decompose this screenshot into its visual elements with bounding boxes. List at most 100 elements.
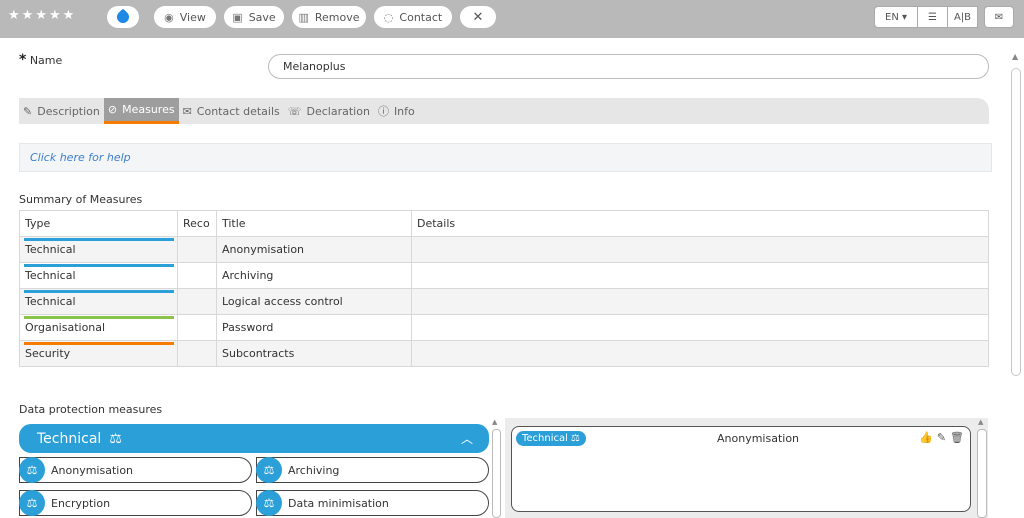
group-label: Technical <box>37 430 102 447</box>
measure-item-archiving[interactable]: ⚖ Archiving <box>256 457 489 483</box>
type-chip: Technical ⚖ <box>516 431 586 446</box>
column-header-reco[interactable]: Reco <box>177 210 217 237</box>
type-text: Organisational <box>25 321 106 334</box>
technical-group-header[interactable]: Technical ⚖ ︿ <box>19 424 489 453</box>
scales-icon: ⚖ <box>109 430 122 447</box>
type-color-bar <box>24 290 174 293</box>
tab-info[interactable]: ⓘ Info <box>374 98 419 124</box>
scrollbar-thumb[interactable] <box>1011 68 1021 376</box>
info-icon: ⓘ <box>377 105 389 118</box>
scales-icon: ⚖ <box>256 457 282 483</box>
cell-title: Anonymisation <box>216 236 412 263</box>
column-header-title[interactable]: Title <box>216 210 412 237</box>
thumbs-up-icon[interactable]: 👍 <box>919 431 933 444</box>
cell-reco <box>177 262 217 289</box>
close-button[interactable]: ✕ <box>460 6 496 28</box>
column-header-type[interactable]: Type <box>19 210 178 237</box>
star-icon[interactable]: ★ <box>49 8 61 24</box>
right-toolbar-group: EN ▾ ☰ A|B ✉ <box>874 6 1014 28</box>
scales-icon: ⚖ <box>19 490 45 516</box>
tag-icon <box>114 8 132 26</box>
list-view-button[interactable]: ☰ <box>918 6 948 28</box>
cell-type: Technical <box>19 236 178 263</box>
chat-icon: ☏ <box>287 104 302 118</box>
help-link[interactable]: Click here for help <box>19 143 992 172</box>
cell-details <box>411 340 989 367</box>
page-scrollbar[interactable]: ▲ <box>1008 48 1024 518</box>
tab-description[interactable]: ✎ Description <box>19 98 104 124</box>
cell-reco <box>177 314 217 341</box>
star-icon[interactable]: ★ <box>8 8 20 24</box>
table-row[interactable]: Security Subcontracts <box>19 340 989 367</box>
check-circle-icon: ⊘ <box>107 103 118 116</box>
language-dropdown[interactable]: EN ▾ <box>874 6 918 28</box>
chevron-up-icon[interactable]: ︿ <box>461 430 473 447</box>
compare-icon: A|B <box>953 11 972 23</box>
trash-icon[interactable]: 🗑 <box>950 431 964 444</box>
tab-contact-details[interactable]: ✉ Contact details <box>179 98 284 124</box>
star-icon[interactable]: ★ <box>63 8 75 24</box>
required-marker: * <box>19 52 27 68</box>
cell-type: Technical <box>19 288 178 315</box>
card-actions: 👍 ✎ 🗑 <box>919 431 964 444</box>
pencil-icon: ✎ <box>23 104 33 118</box>
star-icon[interactable]: ★ <box>35 8 47 24</box>
scroll-up-icon[interactable]: ▲ <box>978 418 983 426</box>
cell-details <box>411 288 989 315</box>
measure-item-anonymisation[interactable]: ⚖ Anonymisation <box>19 457 252 483</box>
eye-icon: ◉ <box>164 10 174 24</box>
table-header-row: Type Reco Title Details <box>19 210 989 237</box>
cell-reco <box>177 236 217 263</box>
remove-button[interactable]: ▥ Remove <box>292 6 366 28</box>
cell-details <box>411 262 989 289</box>
detail-panel-scrollbar[interactable]: ▲ <box>976 418 988 518</box>
tab-measures[interactable]: ⊘ Measures <box>103 98 179 124</box>
trash-icon: ▥ <box>298 10 309 24</box>
table-row[interactable]: Technical Anonymisation <box>19 236 989 263</box>
measure-label: Anonymisation <box>51 463 134 477</box>
name-label: * Name <box>19 52 62 68</box>
measure-label: Encryption <box>51 496 111 510</box>
measure-item-data-minimisation[interactable]: ⚖ Data minimisation <box>256 490 489 516</box>
tab-label: Description <box>37 104 100 118</box>
tab-label: Measures <box>122 103 175 116</box>
save-button[interactable]: ▣ Save <box>224 6 284 28</box>
scales-icon: ⚖ <box>570 433 580 444</box>
type-color-bar <box>24 342 174 345</box>
cell-reco <box>177 288 217 315</box>
table-row[interactable]: Technical Logical access control <box>19 288 989 315</box>
scroll-up-icon[interactable]: ▲ <box>492 418 497 426</box>
measure-item-encryption[interactable]: ⚖ Encryption <box>19 490 252 516</box>
type-text: Technical <box>25 243 76 256</box>
scroll-up-icon[interactable]: ▲ <box>1012 52 1018 61</box>
table-row[interactable]: Technical Archiving <box>19 262 989 289</box>
cell-reco <box>177 340 217 367</box>
scrollbar-track[interactable] <box>977 429 987 518</box>
tab-label: Declaration <box>306 104 370 118</box>
measure-label: Data minimisation <box>288 496 389 510</box>
cell-type: Organisational <box>19 314 178 341</box>
mail-button[interactable]: ✉ <box>984 6 1014 28</box>
close-icon: ✕ <box>472 9 484 25</box>
edit-icon[interactable]: ✎ <box>937 431 946 444</box>
view-button[interactable]: ◉ View <box>154 6 216 28</box>
type-color-bar <box>24 316 174 319</box>
cell-details <box>411 314 989 341</box>
star-icon[interactable]: ★ <box>22 8 34 24</box>
name-input[interactable]: Melanoplus <box>268 54 989 79</box>
measure-label: Archiving <box>288 463 340 477</box>
type-color-bar <box>24 264 174 267</box>
scrollbar-track[interactable] <box>492 429 501 518</box>
tab-declaration[interactable]: ☏ Declaration <box>284 98 374 124</box>
tab-label: Info <box>393 104 415 118</box>
table-row[interactable]: Organisational Password <box>19 314 989 341</box>
contact-button[interactable]: ◌ Contact <box>374 6 452 28</box>
tag-button[interactable] <box>107 6 139 28</box>
measures-list-scrollbar[interactable]: ▲ <box>491 418 501 518</box>
summary-title: Summary of Measures <box>19 193 143 206</box>
compare-button[interactable]: A|B <box>948 6 978 28</box>
column-header-details[interactable]: Details <box>411 210 989 237</box>
rating-stars[interactable]: ★ ★ ★ ★ ★ <box>8 8 74 24</box>
mail-icon: ✉ <box>994 11 1004 23</box>
measure-detail-card[interactable]: Technical ⚖ Anonymisation 👍 ✎ 🗑 <box>511 426 971 512</box>
